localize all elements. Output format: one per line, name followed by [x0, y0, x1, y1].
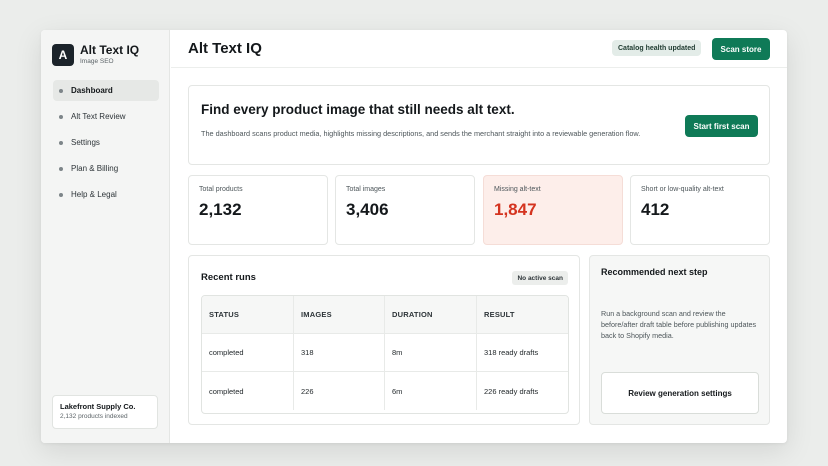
stat-value: 2,132 [199, 200, 242, 219]
brand: A Alt Text IQ Image SEO [52, 44, 139, 66]
table-header-row: STATUS IMAGES DURATION RESULT [202, 296, 568, 334]
page-header: Alt Text IQ Catalog health updated Scan … [171, 30, 787, 68]
table-cell: 318 ready drafts [484, 348, 539, 357]
sidebar-item-alt-text-review[interactable]: Alt Text Review [53, 106, 159, 127]
sidebar-item-label: Dashboard [71, 86, 113, 95]
stat-label: Total images [346, 186, 386, 193]
column-header: STATUS [202, 296, 294, 333]
section-title: Recent runs [201, 272, 256, 283]
table-row: completed 318 8m 318 ready drafts [202, 334, 568, 372]
table-cell: 318 [294, 334, 385, 371]
next-step-description: Run a background scan and review the bef… [601, 309, 757, 340]
status-badge: Catalog health updated [612, 40, 702, 56]
stat-card-total-images: Total images 3,406 [335, 175, 475, 245]
hero-description: The dashboard scans product media, highl… [201, 129, 641, 138]
section-title: Recommended next step [601, 267, 708, 277]
main-content: Find every product image that still need… [171, 69, 787, 443]
stat-value: 3,406 [346, 200, 389, 219]
hero-card: Find every product image that still need… [188, 85, 770, 165]
runs-table: STATUS IMAGES DURATION RESULT completed … [201, 295, 569, 414]
status-badge: No active scan [512, 271, 568, 285]
hero-title: Find every product image that still need… [201, 102, 515, 117]
table-cell: 226 [294, 372, 385, 410]
bullet-icon [59, 114, 63, 119]
column-header: DURATION [385, 296, 477, 333]
stat-value: 1,847 [494, 200, 537, 219]
sidebar-item-dashboard[interactable]: Dashboard [53, 80, 159, 101]
sidebar-item-label: Plan & Billing [71, 164, 119, 173]
next-step-card: Recommended next step Run a background s… [589, 255, 770, 425]
app-window: A Alt Text IQ Image SEO Dashboard Alt Te… [41, 30, 787, 443]
stat-card-low-quality-alt-text: Short or low-quality alt-text 412 [630, 175, 770, 245]
sidebar-item-help-legal[interactable]: Help & Legal [53, 184, 159, 205]
table-cell: 8m [385, 334, 477, 371]
stat-value: 412 [641, 200, 670, 219]
review-generation-settings-button[interactable]: Review generation settings [601, 372, 759, 414]
brand-text: Alt Text IQ Image SEO [80, 44, 139, 66]
store-card: Lakefront Supply Co. 2,132 products inde… [52, 395, 158, 429]
app-subtitle: Image SEO [80, 58, 114, 65]
app-logo-icon: A [52, 44, 74, 66]
page-title: Alt Text IQ [188, 40, 262, 57]
column-header: IMAGES [294, 296, 385, 333]
app-name: Alt Text IQ [80, 43, 140, 57]
sidebar: A Alt Text IQ Image SEO Dashboard Alt Te… [41, 30, 170, 443]
stats-row: Total products 2,132 Total images 3,406 … [188, 175, 770, 245]
sidebar-item-plan-billing[interactable]: Plan & Billing [53, 158, 159, 179]
stat-card-missing-alt-text: Missing alt-text 1,847 [483, 175, 623, 245]
stat-card-total-products: Total products 2,132 [188, 175, 328, 245]
table-cell: completed [202, 334, 294, 371]
table-row: completed 226 6m 226 ready drafts [202, 372, 568, 410]
sidebar-item-label: Help & Legal [71, 190, 117, 199]
stat-label: Missing alt-text [494, 186, 541, 193]
table-cell: 226 ready drafts [484, 386, 539, 396]
column-header: RESULT [484, 310, 515, 319]
recent-runs-card: Recent runs No active scan STATUS IMAGES… [188, 255, 580, 425]
sidebar-item-label: Alt Text Review [71, 112, 126, 121]
start-first-scan-button[interactable]: Start first scan [685, 115, 758, 137]
table-cell: completed [202, 372, 294, 410]
store-name: Lakefront Supply Co. [60, 402, 136, 411]
bullet-icon [59, 88, 63, 93]
store-detail: 2,132 products indexed [60, 413, 128, 420]
scan-store-button[interactable]: Scan store [712, 38, 770, 60]
sidebar-item-settings[interactable]: Settings [53, 132, 159, 153]
bullet-icon [59, 140, 63, 145]
sidebar-nav: Dashboard Alt Text Review Settings Plan … [53, 80, 159, 210]
bullet-icon [59, 192, 63, 197]
stat-label: Total products [199, 186, 243, 193]
stat-label: Short or low-quality alt-text [641, 186, 724, 193]
sidebar-item-label: Settings [71, 138, 100, 147]
table-cell: 6m [385, 372, 477, 410]
bullet-icon [59, 166, 63, 171]
